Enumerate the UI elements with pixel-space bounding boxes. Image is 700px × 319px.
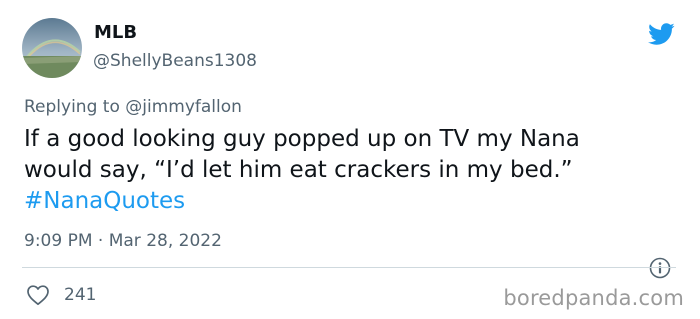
tweet-text: If a good looking guy popped up on TV my… bbox=[24, 124, 684, 217]
avatar[interactable] bbox=[22, 18, 82, 78]
avatar-image bbox=[22, 18, 82, 78]
watermark: boredpanda.com bbox=[503, 286, 684, 310]
twitter-bird-icon[interactable] bbox=[645, 20, 677, 48]
tweet-date: Mar 28, 2022 bbox=[108, 231, 222, 251]
reply-mention-link[interactable]: @jimmyfallon bbox=[125, 97, 242, 117]
hashtag-link[interactable]: #NanaQuotes bbox=[24, 186, 684, 217]
author-name[interactable]: MLB bbox=[94, 22, 137, 44]
author-handle[interactable]: @ShellyBeans1308 bbox=[93, 50, 257, 72]
divider bbox=[22, 267, 676, 268]
replying-to: Replying to @jimmyfallon bbox=[24, 95, 242, 119]
info-icon[interactable] bbox=[648, 256, 672, 280]
tweet-text-line: would say, “I’d let him eat crackers in … bbox=[24, 157, 573, 183]
like-button[interactable]: 241 bbox=[26, 284, 96, 306]
tweet-text-line: If a good looking guy popped up on TV my… bbox=[24, 126, 580, 152]
timestamp-separator: · bbox=[97, 231, 104, 251]
replying-to-label: Replying to bbox=[24, 97, 120, 117]
heart-icon bbox=[27, 285, 49, 306]
tweet-timestamp[interactable]: 9:09 PM · Mar 28, 2022 bbox=[24, 229, 222, 253]
tweet-time: 9:09 PM bbox=[24, 231, 93, 251]
like-count: 241 bbox=[64, 285, 97, 305]
